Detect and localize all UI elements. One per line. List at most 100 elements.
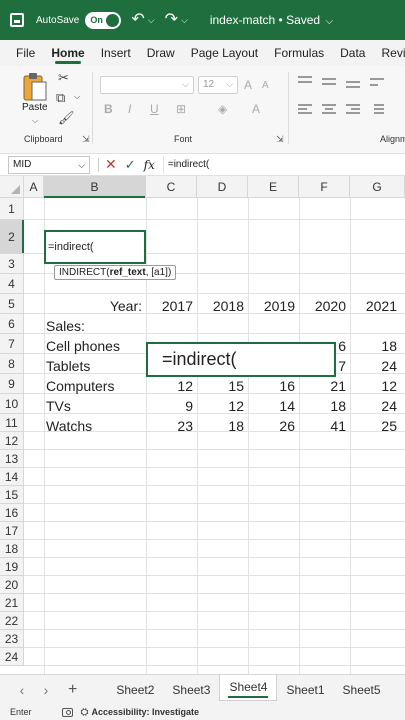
font-name-dropdown[interactable]: ⌵ <box>100 76 194 94</box>
autosave-toggle[interactable]: On <box>85 11 122 29</box>
tab-draw[interactable]: Draw <box>139 40 183 66</box>
row-header-21[interactable]: 21 <box>0 594 24 612</box>
tab-insert[interactable]: Insert <box>93 40 139 66</box>
tab-file[interactable]: File <box>0 40 43 66</box>
add-sheet-button[interactable]: + <box>68 681 77 699</box>
cell-b7[interactable]: Tablets <box>44 356 146 376</box>
cancel-icon[interactable]: ✕ <box>105 156 117 173</box>
row-header-23[interactable]: 23 <box>0 630 24 648</box>
copy-dropdown-icon[interactable]: ⌵ <box>74 92 80 102</box>
font-color-icon[interactable]: A <box>252 102 260 116</box>
tab-home[interactable]: Home <box>43 40 92 66</box>
document-title[interactable]: index-match • Saved ⌵ <box>210 13 333 27</box>
cell-d9[interactable]: 12 <box>197 396 248 416</box>
select-all-button[interactable] <box>0 176 24 198</box>
align-center-icon[interactable] <box>322 104 336 116</box>
paste-icon[interactable] <box>22 72 48 102</box>
column-header-e[interactable]: E <box>248 176 299 198</box>
align-middle-icon[interactable] <box>322 76 336 88</box>
row-header-18[interactable]: 18 <box>0 540 24 558</box>
cut-icon[interactable]: ✂ <box>58 70 69 86</box>
cell-e10[interactable]: 26 <box>248 416 299 436</box>
redo-dropdown-icon[interactable]: ⌵ <box>181 15 188 26</box>
cell-g9[interactable]: 24 <box>350 396 401 416</box>
row-header-11[interactable]: 11 <box>0 414 24 432</box>
tab-data[interactable]: Data <box>332 40 373 66</box>
column-header-f[interactable]: F <box>299 176 350 198</box>
wrap-text-icon[interactable] <box>370 76 384 88</box>
sheet-tab-sheet2[interactable]: Sheet2 <box>107 675 163 705</box>
sheet-tab-sheet3[interactable]: Sheet3 <box>163 675 219 705</box>
cell-b8[interactable]: Computers <box>44 376 146 396</box>
align-bottom-icon[interactable] <box>346 76 360 88</box>
formula-input[interactable]: =indirect( <box>162 155 405 174</box>
row-header-12[interactable]: 12 <box>0 432 24 450</box>
font-size-dropdown[interactable]: 12 ⌵ <box>198 76 238 94</box>
column-header-g[interactable]: G <box>350 176 405 198</box>
borders-icon[interactable]: ⊞ <box>176 102 186 116</box>
cell-b6[interactable]: Cell phones <box>44 336 146 356</box>
row-header-20[interactable]: 20 <box>0 576 24 594</box>
cell-g4[interactable]: 2021 <box>350 296 401 316</box>
underline-icon[interactable]: U <box>150 102 159 116</box>
row-header-8[interactable]: 8 <box>0 354 24 374</box>
row-header-19[interactable]: 19 <box>0 558 24 576</box>
tab-formulas[interactable]: Formulas <box>266 40 332 66</box>
column-header-b[interactable]: B <box>44 176 146 198</box>
column-header-a[interactable]: A <box>24 176 44 198</box>
cell-f10[interactable]: 41 <box>299 416 350 436</box>
tab-review[interactable]: Review <box>373 40 405 66</box>
decrease-font-icon[interactable]: A <box>262 80 269 91</box>
cell-b9[interactable]: TVs <box>44 396 146 416</box>
paste-dropdown-icon[interactable]: ⌵ <box>32 116 38 126</box>
cell-f9[interactable]: 18 <box>299 396 350 416</box>
format-painter-icon[interactable]: 🖌 <box>58 110 75 126</box>
redo-icon[interactable]: ↷ <box>165 12 178 28</box>
cell-e4[interactable]: 2019 <box>248 296 299 316</box>
active-cell-b2[interactable]: =indirect( <box>44 230 146 264</box>
row-header-5[interactable]: 5 <box>0 294 24 314</box>
accessibility-status[interactable]: Accessibility: Investigate <box>92 707 200 717</box>
cell-f4[interactable]: 2020 <box>299 296 350 316</box>
row-header-24[interactable]: 24 <box>0 648 24 666</box>
tooltip-arg-ref-text[interactable]: ref_text <box>110 267 146 278</box>
chevron-left-icon[interactable]: ‹ <box>10 682 34 698</box>
row-header-17[interactable]: 17 <box>0 522 24 540</box>
cell-e9[interactable]: 14 <box>248 396 299 416</box>
sheet-tab-sheet4[interactable]: Sheet4 <box>219 674 278 701</box>
bold-icon[interactable]: B <box>104 102 113 116</box>
sheet-tab-sheet5[interactable]: Sheet5 <box>334 675 390 705</box>
row-header-13[interactable]: 13 <box>0 450 24 468</box>
cell-c9[interactable]: 9 <box>146 396 197 416</box>
column-header-d[interactable]: D <box>197 176 248 198</box>
sheet-tab-sheet1[interactable]: Sheet1 <box>277 675 333 705</box>
row-header-7[interactable]: 7 <box>0 334 24 354</box>
cell-d8[interactable]: 15 <box>197 376 248 396</box>
column-header-c[interactable]: C <box>146 176 197 198</box>
cell-b4[interactable]: Year: <box>44 296 146 316</box>
row-header-3[interactable]: 3 <box>0 254 24 274</box>
italic-icon[interactable]: I <box>128 102 131 116</box>
row-header-6[interactable]: 6 <box>0 314 24 334</box>
row-header-4[interactable]: 4 <box>0 274 24 294</box>
cell-g7[interactable]: 24 <box>350 356 401 376</box>
clipboard-launcher-icon[interactable]: ⇲ <box>82 134 90 145</box>
cell-c10[interactable]: 23 <box>146 416 197 436</box>
undo-icon[interactable]: ↶ <box>131 12 144 28</box>
cell-c4[interactable]: 2017 <box>146 296 197 316</box>
row-header-9[interactable]: 9 <box>0 374 24 394</box>
spreadsheet-grid[interactable]: A B C D E F G 1 2 3 4 5 6 7 8 9 10 11 12 13 14 15 16 17 1… <box>0 176 405 674</box>
align-top-icon[interactable] <box>298 76 312 88</box>
paste-button[interactable]: Paste <box>22 102 48 113</box>
insert-function-icon[interactable]: fx <box>144 158 155 172</box>
cell-b10[interactable]: Watchs <box>44 416 146 436</box>
cell-g10[interactable]: 25 <box>350 416 401 436</box>
increase-font-icon[interactable]: A <box>244 78 252 92</box>
cell-c8[interactable]: 12 <box>146 376 197 396</box>
indent-icon[interactable] <box>370 104 384 116</box>
tab-page-layout[interactable]: Page Layout <box>183 40 266 66</box>
row-header-10[interactable]: 10 <box>0 394 24 414</box>
align-left-icon[interactable] <box>298 104 312 116</box>
row-header-14[interactable]: 14 <box>0 468 24 486</box>
font-launcher-icon[interactable]: ⇲ <box>276 134 284 145</box>
